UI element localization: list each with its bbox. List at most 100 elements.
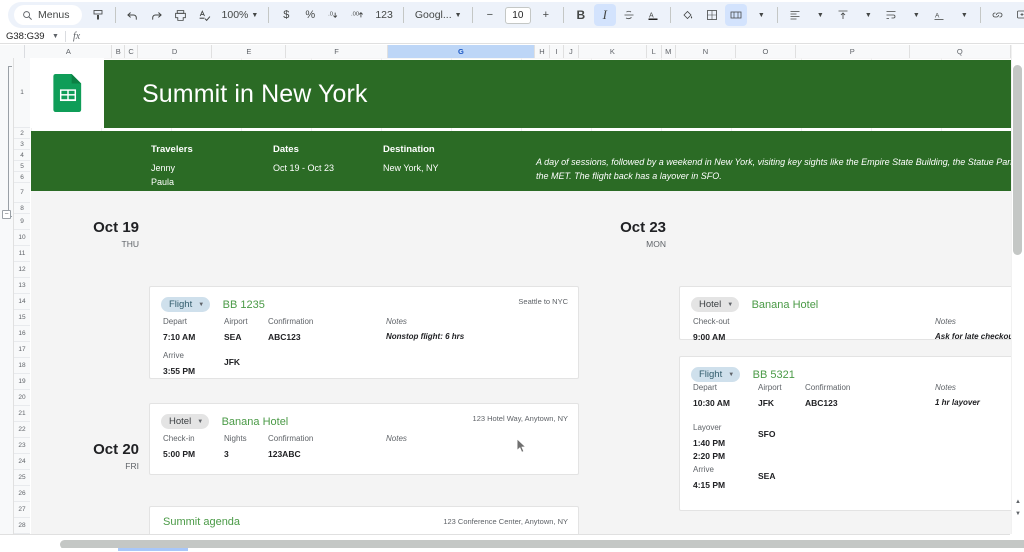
font-size-input[interactable]: 10 [504,6,531,24]
fill-color-icon[interactable] [677,4,699,26]
column-header-C[interactable]: C [125,45,138,58]
type-chip-flight[interactable]: Flight ▼ [691,367,741,383]
google-sheets-icon [52,74,81,112]
column-header-P[interactable]: P [795,45,910,58]
row-header-12[interactable]: 12 [14,262,30,278]
row-header-4[interactable]: 4 [14,150,30,161]
vertical-align-icon[interactable] [832,4,854,26]
decrease-font-size-button[interactable]: − [479,4,501,26]
row-header-23[interactable]: 23 [14,438,30,454]
name-box-chevron-icon[interactable]: ▼ [52,33,59,40]
card-flight-bb1235[interactable]: Flight ▼ BB 1235 Seattle to NYC Depart 7… [149,286,579,379]
text-color-button[interactable]: A [642,4,664,26]
row-header-26[interactable]: 26 [14,486,30,502]
undo-icon[interactable] [122,4,144,26]
row-header-28[interactable]: 28 [14,518,30,534]
insert-comment-icon[interactable] [1011,4,1024,26]
row-header-14[interactable]: 14 [14,294,30,310]
merge-cells-icon[interactable] [724,4,747,26]
row-header-27[interactable]: 27 [14,502,30,518]
paint-format-icon[interactable] [87,4,109,26]
row-header-11[interactable]: 11 [14,246,30,262]
column-header-O[interactable]: O [735,45,796,58]
currency-format-button[interactable]: $ [275,4,297,26]
halign-chevron-icon[interactable]: ▼ [808,4,830,26]
row-header-7[interactable]: 7 [14,183,30,203]
card-flight-bb5321[interactable]: Flight ▼ BB 5321 Depart 10:30 AM Airport… [679,356,1011,511]
scroll-up-button[interactable]: ▲ [1012,496,1024,508]
column-header-M[interactable]: M [661,45,676,58]
row-header-6[interactable]: 6 [14,172,30,183]
bold-button[interactable]: B [570,4,592,26]
column-header-I[interactable]: I [549,45,565,58]
card-summit-agenda[interactable]: Summit agenda 123 Conference Center, Any… [149,506,579,534]
percent-format-button[interactable]: % [299,4,321,26]
name-box[interactable]: G38:G39 [0,31,52,42]
zoom-selector[interactable]: 100% ▼ [218,4,263,26]
wrap-chevron-icon[interactable]: ▼ [904,4,926,26]
type-chip-flight[interactable]: Flight ▼ [161,297,211,313]
row-header-15[interactable]: 15 [14,310,30,326]
select-all-corner[interactable] [0,45,26,58]
column-header-F[interactable]: F [286,45,388,58]
row-header-2[interactable]: 2 [14,128,30,139]
spellcheck-icon[interactable] [194,4,216,26]
merge-chevron-icon[interactable]: ▼ [749,4,771,26]
active-sheet-tab[interactable] [118,548,188,551]
strikethrough-button[interactable] [618,4,640,26]
column-header-J[interactable]: J [564,45,579,58]
row-header-9[interactable]: 9 [14,214,30,230]
column-header-H[interactable]: H [535,45,550,58]
increase-font-size-button[interactable]: + [535,4,557,26]
row-header-24[interactable]: 24 [14,454,30,470]
row-header-25[interactable]: 25 [14,470,30,486]
row-header-3[interactable]: 3 [14,139,30,150]
increase-decimal-button[interactable]: .00 [347,4,369,26]
row-header-5[interactable]: 5 [14,161,30,172]
row-header-1[interactable]: 1 [14,58,30,128]
vertical-scrollbar[interactable]: ▲ ▼ [1011,45,1024,534]
insert-link-icon[interactable] [987,4,1009,26]
menus-button[interactable]: Menus [14,5,82,25]
row-header-8[interactable]: 8 [14,203,30,214]
sheet-tab-strip[interactable] [0,548,1024,552]
column-header-Q[interactable]: Q [909,45,1011,58]
row-header-19[interactable]: 19 [14,374,30,390]
row-header-18[interactable]: 18 [14,358,30,374]
column-header-N[interactable]: N [675,45,736,58]
borders-icon[interactable] [701,4,723,26]
row-header-16[interactable]: 16 [14,326,30,342]
column-header-B[interactable]: B [112,45,126,58]
redo-icon[interactable] [146,4,168,26]
horizontal-align-icon[interactable] [784,4,806,26]
text-wrap-icon[interactable] [880,4,902,26]
vertical-scroll-thumb[interactable] [1013,65,1022,255]
column-header-D[interactable]: D [137,45,213,58]
row-header-20[interactable]: 20 [14,390,30,406]
type-chip-hotel[interactable]: Hotel ▼ [691,297,740,313]
column-header-A[interactable]: A [25,45,113,58]
font-family-selector[interactable]: Googl... ▼ [410,4,466,26]
column-header-G[interactable]: G [387,45,536,58]
row-header-17[interactable]: 17 [14,342,30,358]
decrease-decimal-button[interactable]: .0 [323,4,345,26]
italic-button[interactable]: I [593,4,616,26]
card-hotel-banana-checkin[interactable]: Hotel ▼ Banana Hotel 123 Hotel Way, Anyt… [149,403,579,475]
more-formats-button[interactable]: 123 [371,4,397,26]
column-header-L[interactable]: L [647,45,662,58]
column-header-E[interactable]: E [212,45,287,58]
row-header-13[interactable]: 13 [14,278,30,294]
type-chip-hotel[interactable]: Hotel ▼ [161,414,210,430]
field-checkin: Check-in 5:00 PM [163,434,195,459]
rotation-chevron-icon[interactable]: ▼ [952,4,974,26]
valign-chevron-icon[interactable]: ▼ [856,4,878,26]
row-header-10[interactable]: 10 [14,230,30,246]
print-icon[interactable] [170,4,192,26]
row-header-21[interactable]: 21 [14,406,30,422]
text-rotation-icon[interactable]: A [928,4,950,26]
scroll-down-button[interactable]: ▼ [1012,508,1024,520]
column-header-K[interactable]: K [578,45,648,58]
row-header-22[interactable]: 22 [14,422,30,438]
collapse-group-button[interactable]: − [2,210,11,219]
card-hotel-banana-checkout[interactable]: Hotel ▼ Banana Hotel 123 Hot Check-out 9… [679,286,1011,342]
